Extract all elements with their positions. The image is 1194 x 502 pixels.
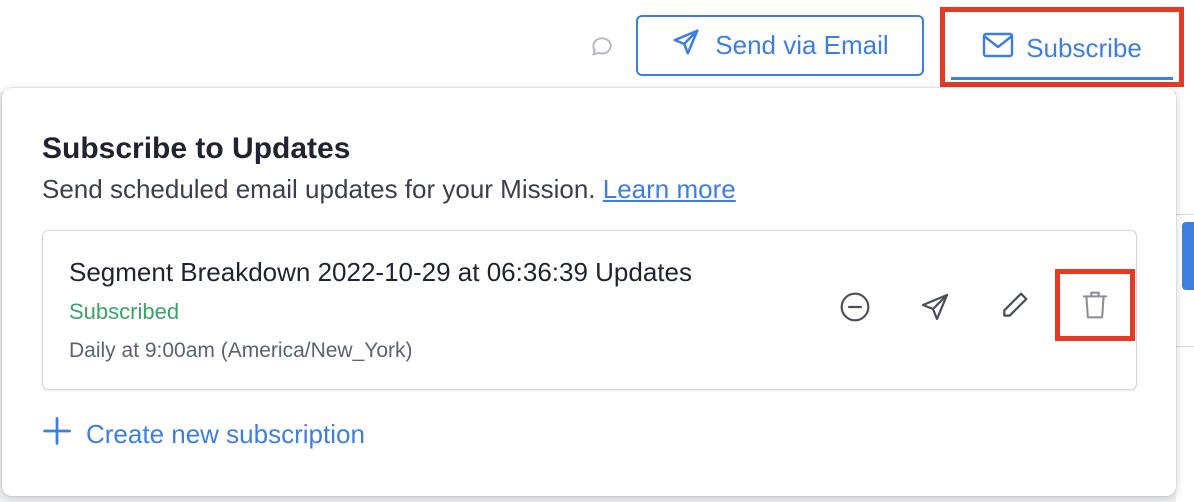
edit-button[interactable] <box>995 285 1035 325</box>
send-via-email-button[interactable]: Send via Email <box>636 15 924 76</box>
learn-more-link[interactable]: Learn more <box>603 174 736 204</box>
popover-title: Subscribe to Updates <box>42 132 351 165</box>
plus-icon <box>42 416 72 453</box>
subscribe-popover: Subscribe to Updates Send scheduled emai… <box>2 88 1176 496</box>
subscribe-button[interactable]: Subscribe <box>951 20 1173 80</box>
comment-icon[interactable] <box>588 33 616 61</box>
send-via-email-label: Send via Email <box>715 30 889 60</box>
create-subscription-button[interactable]: Create new subscription <box>42 416 365 453</box>
toolbar: Send via Email Subscribe <box>0 0 1194 92</box>
minus-circle-icon <box>840 292 870 322</box>
subscription-card: Segment Breakdown 2022-10-29 at 06:36:39… <box>42 230 1137 390</box>
subscription-schedule: Daily at 9:00am (America/New_York) <box>69 339 413 362</box>
paper-plane-icon <box>671 27 701 64</box>
unsubscribe-button[interactable] <box>835 287 875 327</box>
background-divider <box>1176 346 1194 347</box>
paper-plane-icon <box>921 293 949 321</box>
subscription-status: Subscribed <box>69 299 180 324</box>
description-text: Send scheduled email updates for your Mi… <box>42 174 596 204</box>
subscribe-label: Subscribe <box>1026 33 1142 63</box>
delete-button[interactable] <box>1075 285 1115 325</box>
background-blue-element <box>1182 222 1194 290</box>
create-subscription-label: Create new subscription <box>86 419 365 449</box>
background-divider <box>1176 214 1194 215</box>
popover-description: Send scheduled email updates for your Mi… <box>42 174 736 205</box>
subscription-name: Segment Breakdown 2022-10-29 at 06:36:39… <box>69 257 692 287</box>
subscribe-highlight: Subscribe <box>940 7 1184 87</box>
delete-highlight <box>1055 269 1135 341</box>
send-now-button[interactable] <box>915 287 955 327</box>
background-page-edge <box>1176 92 1194 502</box>
trash-icon <box>1082 291 1108 319</box>
pencil-icon <box>1003 292 1028 317</box>
envelope-icon <box>982 32 1014 65</box>
